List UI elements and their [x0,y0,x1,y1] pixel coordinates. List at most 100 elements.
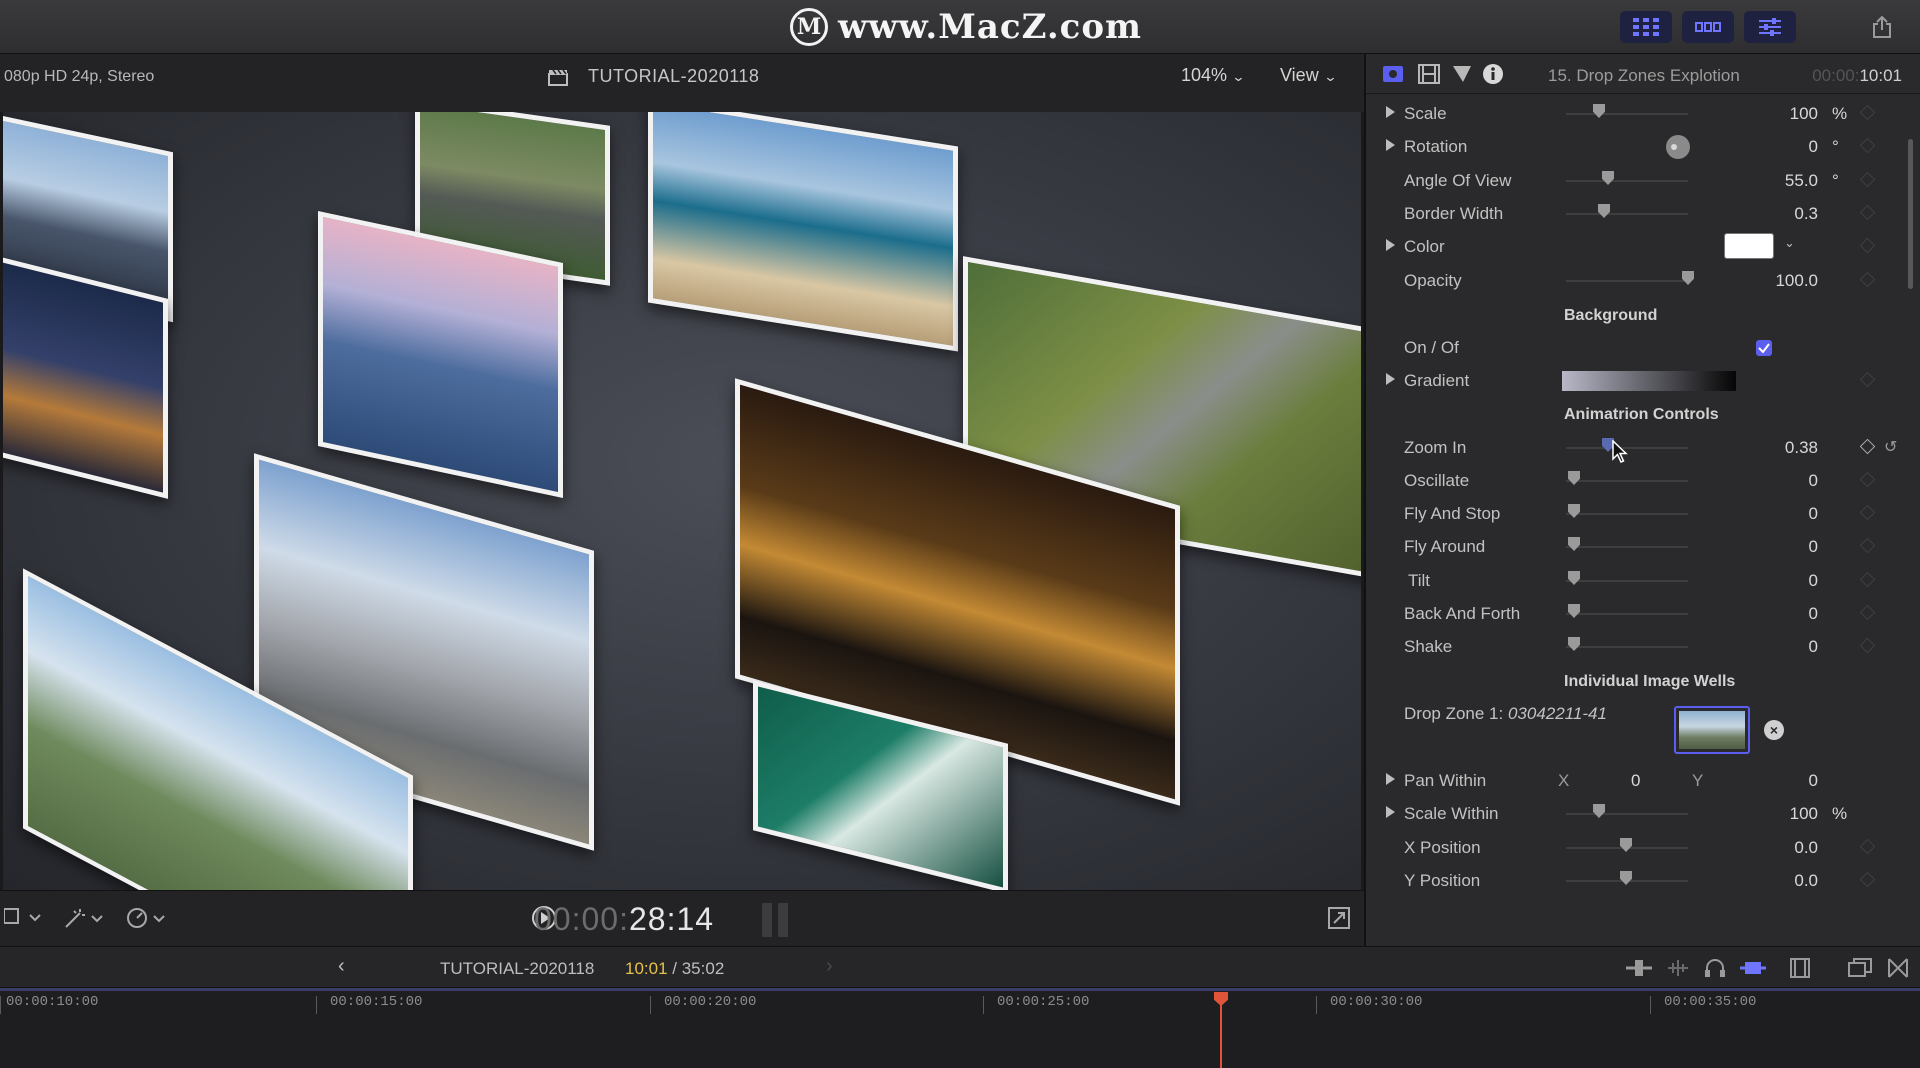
slider-knob[interactable] [1568,537,1580,551]
slider-track[interactable] [1566,513,1688,515]
reset-icon[interactable]: ↺ [1884,437,1897,457]
slider-track[interactable] [1566,613,1688,615]
slider-knob[interactable] [1568,604,1580,618]
slider-knob[interactable] [1568,471,1580,485]
tab-filter[interactable] [1452,64,1472,89]
snapping-button[interactable] [1740,959,1766,982]
disclosure-triangle-icon[interactable] [1386,139,1395,151]
param-value[interactable]: 0 [1809,137,1818,157]
share-button[interactable] [1862,11,1902,43]
disclosure-triangle-icon[interactable] [1386,239,1395,251]
tab-filmstrip[interactable] [1418,64,1440,89]
window-layout-button[interactable] [1848,958,1872,983]
keyframe-icon[interactable] [1859,604,1876,621]
slider-knob[interactable] [1682,271,1694,285]
keyframe-icon[interactable] [1859,471,1876,488]
keyframe-icon[interactable] [1859,504,1876,521]
back-arrow-icon[interactable]: ‹ [338,955,345,978]
param-value[interactable]: 0 [1809,537,1818,557]
param-value[interactable]: 0 [1809,637,1818,657]
slider-knob[interactable] [1593,804,1605,818]
keyframe-icon[interactable] [1859,271,1876,288]
pan-x-value[interactable]: 0 [1631,771,1640,791]
add-keyframe-icon[interactable] [1859,438,1876,455]
keyframe-icon[interactable] [1859,838,1876,855]
param-value[interactable]: 0 [1809,471,1818,491]
fullscreen-button[interactable] [1328,907,1350,934]
audio-skimming-button[interactable] [1666,959,1690,982]
slider-knob[interactable] [1598,204,1610,218]
param-value[interactable]: 100.0 [1775,271,1818,291]
solo-button[interactable] [1704,958,1726,983]
slider-track[interactable] [1566,480,1688,482]
clear-well-icon[interactable]: × [1764,720,1784,740]
gradient-bar[interactable] [1562,371,1736,391]
slider-track[interactable] [1566,213,1688,215]
inspector-toggle-button[interactable] [1744,11,1796,43]
tab-info[interactable] [1482,63,1504,90]
zoom-dropdown[interactable]: 104% ⌄ [1181,65,1246,86]
color-swatch[interactable] [1724,233,1774,259]
param-value[interactable]: 0.0 [1794,838,1818,858]
param-value[interactable]: 0.38 [1785,438,1818,458]
param-value[interactable]: 100 [1790,804,1818,824]
pan-y-value[interactable]: 0 [1809,771,1818,791]
param-value[interactable]: 55.0 [1785,171,1818,191]
tab-video-inspector[interactable] [1382,64,1404,89]
forward-arrow-icon[interactable]: › [826,955,833,978]
slider-track[interactable] [1566,813,1688,815]
keyframe-icon[interactable] [1859,171,1876,188]
slider-track[interactable] [1566,280,1688,282]
slider-knob[interactable] [1568,637,1580,651]
slider-track[interactable] [1566,580,1688,582]
viewer-canvas[interactable] [3,112,1361,890]
disclosure-triangle-icon[interactable] [1386,806,1395,818]
slider-track[interactable] [1566,646,1688,648]
on-off-checkbox[interactable] [1756,340,1772,356]
chevron-down-icon[interactable]: ⌄ [1784,235,1795,251]
keyframe-icon[interactable] [1859,104,1876,121]
keyframe-icon[interactable] [1859,137,1876,154]
timeline-toggle-button[interactable] [1682,11,1734,43]
slider-knob[interactable] [1568,571,1580,585]
slider-knob[interactable] [1593,104,1605,118]
param-value[interactable]: 0 [1809,571,1818,591]
param-row-fly-and-stop: Fly And Stop 0 [1366,500,1906,528]
keyframe-icon[interactable] [1859,237,1876,254]
playhead-line[interactable] [1220,1002,1222,1068]
keyframe-icon[interactable] [1859,204,1876,221]
param-value[interactable]: 0 [1809,604,1818,624]
slider-knob[interactable] [1602,171,1614,185]
param-value[interactable]: 0 [1809,504,1818,524]
disclosure-triangle-icon[interactable] [1386,106,1395,118]
keyframe-icon[interactable] [1859,637,1876,654]
view-dropdown[interactable]: View ⌄ [1280,65,1337,86]
rotation-dial[interactable] [1666,135,1690,159]
slider-knob[interactable] [1620,838,1632,852]
slider-track[interactable] [1566,180,1688,182]
drop-zone-well[interactable] [1674,706,1750,754]
timeline-ruler[interactable]: 00:00:10:00 00:00:15:00 00:00:20:00 00:0… [0,988,1920,1068]
param-value[interactable]: 0.3 [1794,204,1818,224]
speed-menu-button[interactable] [126,907,170,934]
slider-knob[interactable] [1620,871,1632,885]
clip-appearance-button[interactable] [1626,959,1652,982]
keyframe-icon[interactable] [1859,537,1876,554]
param-value[interactable]: 100 [1790,104,1818,124]
browser-toggle-button[interactable] [1620,11,1672,43]
keyframe-icon[interactable] [1859,371,1876,388]
disclosure-triangle-icon[interactable] [1386,773,1395,785]
param-label: Scale Within [1404,804,1499,823]
slider-track[interactable] [1566,113,1688,115]
keyframe-icon[interactable] [1859,571,1876,588]
keyframe-icon[interactable] [1859,871,1876,888]
inspector-scrollbar[interactable] [1908,139,1913,289]
disclosure-triangle-icon[interactable] [1386,373,1395,385]
transitions-button[interactable] [1888,958,1908,983]
transform-tool-button[interactable] [64,907,108,934]
slider-knob[interactable] [1568,504,1580,518]
slider-track[interactable] [1566,546,1688,548]
filmstrip-view-button[interactable] [1790,958,1810,983]
layout-menu-button[interactable] [3,907,50,932]
param-value[interactable]: 0.0 [1794,871,1818,891]
